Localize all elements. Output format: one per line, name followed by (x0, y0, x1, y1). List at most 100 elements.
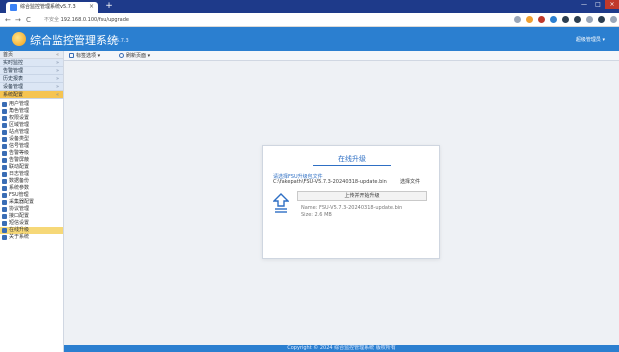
extension-icon[interactable] (526, 16, 533, 23)
sidebar-item[interactable]: 设备类型 (0, 136, 63, 143)
sidebar-item[interactable]: 关于系统 (0, 234, 63, 241)
back-button[interactable]: ← (5, 16, 11, 24)
sidebar-item[interactable]: 信号管理 (0, 143, 63, 150)
sidebar-item[interactable]: 权限设置 (0, 115, 63, 122)
sidebar-group[interactable]: 告警管理 » (0, 67, 63, 75)
sidebar-item[interactable]: 采集器配置 (0, 199, 63, 206)
sidebar-group[interactable]: 设备管理 » (0, 83, 63, 91)
sidebar-group[interactable]: 历史报表 » (0, 75, 63, 83)
refresh-button[interactable]: 刷新页面 ▾ (118, 52, 150, 60)
expand-icon: » (55, 84, 59, 90)
menu-item-icon (2, 165, 7, 170)
menu-item-icon (2, 186, 7, 191)
title-divider (313, 165, 391, 166)
sidebar-item[interactable]: 系统参数 (0, 185, 63, 192)
browser-tab[interactable]: 综合监控管理系统v5.7.3 × (6, 2, 98, 13)
sidebar-item[interactable]: 短信设置 (0, 220, 63, 227)
sidebar-home[interactable]: 首页 « (0, 51, 63, 59)
footer: Copyright © 2024 综合监控管理系统 版权所有 (64, 345, 619, 352)
reload-button[interactable]: C (26, 16, 31, 24)
sidebar-item[interactable]: 在线升级 (0, 227, 63, 234)
sidebar-group[interactable]: 系统配置 « (0, 91, 63, 99)
menu-item-icon (2, 200, 7, 205)
extension-icon[interactable] (538, 16, 545, 23)
window-maximize-button[interactable]: □ (591, 0, 605, 9)
sidebar-item[interactable]: 数据备份 (0, 178, 63, 185)
bookmark-icon[interactable] (586, 16, 593, 23)
sidebar-item-label: FSU管理 (9, 192, 29, 198)
sidebar-item[interactable]: FSU管理 (0, 192, 63, 199)
tabs-options-button[interactable]: 标签选项 ▾ (68, 52, 100, 60)
expand-icon: « (55, 92, 59, 98)
sidebar-item[interactable]: 协议管理 (0, 206, 63, 213)
new-tab-button[interactable]: + (104, 2, 114, 11)
sidebar-item[interactable]: 日志管理 (0, 171, 63, 178)
forward-button[interactable]: → (15, 16, 21, 24)
sidebar-item-label: 告警等级 (9, 150, 30, 156)
menu-item-icon (2, 123, 7, 128)
collapse-icon[interactable]: « (56, 51, 59, 59)
sidebar-item-label: 短信设置 (9, 220, 30, 226)
tab-close-icon[interactable]: × (89, 3, 94, 10)
sidebar-item-label: 协议管理 (9, 206, 30, 212)
profile-icon[interactable] (598, 16, 605, 23)
sidebar-item-label: 告警屏蔽 (9, 157, 30, 163)
refresh-icon (119, 53, 124, 58)
menu-item-icon (2, 151, 7, 156)
sidebar-item-label: 设备类型 (9, 136, 30, 142)
upload-icon (273, 193, 289, 213)
url-field[interactable]: 不安全 192.168.0.100/fsu/upgrade (44, 15, 474, 25)
expand-icon: » (55, 60, 59, 66)
sidebar-item[interactable]: 接口配置 (0, 213, 63, 220)
menu-item-icon (2, 179, 7, 184)
menu-item-icon (2, 137, 7, 142)
address-bar-row: ← → C 不安全 192.168.0.100/fsu/upgrade (0, 13, 619, 27)
menu-item-icon (2, 214, 7, 219)
upgrade-dialog: 在线升级 请选择FSU升级包文件 C:\fakepath\FSU-V5.7.3-… (262, 145, 440, 259)
menu-icon[interactable] (610, 16, 617, 23)
sidebar-item[interactable]: 联动配置 (0, 164, 63, 171)
extension-icon[interactable] (574, 16, 581, 23)
sidebar-item-label: 站点管理 (9, 129, 30, 135)
extension-icon[interactable] (550, 16, 557, 23)
sidebar-item[interactable]: 区域管理 (0, 122, 63, 129)
menu-item-icon (2, 109, 7, 114)
sidebar-item[interactable]: 角色管理 (0, 108, 63, 115)
sidebar-item-label: 采集器配置 (9, 199, 35, 205)
file-size-text: Size: 2.6 MB (301, 212, 332, 218)
tab-favicon-icon (10, 4, 17, 11)
app-version: v5.7.3 (113, 38, 129, 44)
sidebar-item-label: 数据备份 (9, 178, 30, 184)
star-icon[interactable] (514, 16, 521, 23)
menu-item-icon (2, 172, 7, 177)
app-logo-icon (12, 32, 26, 46)
extension-icon[interactable] (562, 16, 569, 23)
sidebar-group-label: 系统配置 (3, 92, 24, 98)
menu-item-icon (2, 228, 7, 233)
window-controls: — □ × (577, 0, 619, 9)
window-close-button[interactable]: × (605, 0, 619, 9)
sidebar: 首页 « 实时监控 » 告警管理 » 历史报表 » 设备管理 » 系统配置 « 用户管理 角色管理权… (0, 51, 64, 352)
tabs-options-label: 标签选项 ▾ (76, 53, 101, 59)
upload-start-button[interactable]: 上传并开始升级 (297, 191, 427, 201)
sidebar-item[interactable]: 告警等级 (0, 150, 63, 157)
sidebar-item-label: 关于系统 (9, 234, 30, 240)
security-warning-label[interactable]: 不安全 (44, 17, 59, 23)
sidebar-group[interactable]: 实时监控 » (0, 59, 63, 67)
sidebar-item[interactable]: 站点管理 (0, 129, 63, 136)
menu-item-icon (2, 207, 7, 212)
file-path-field[interactable]: C:\fakepath\FSU-V5.7.3-20240318-update.b… (273, 179, 391, 186)
window-minimize-button[interactable]: — (577, 0, 591, 9)
browse-button[interactable]: 选择文件 (400, 179, 420, 186)
expand-icon: » (55, 76, 59, 82)
menu-item-icon (2, 116, 7, 121)
sidebar-item[interactable]: 用户管理 (0, 101, 63, 108)
sidebar-item-label: 在线升级 (9, 227, 30, 233)
sidebar-item-label: 权限设置 (9, 115, 30, 121)
menu-item-icon (2, 221, 7, 226)
user-menu[interactable]: 超级管理员 ▾ (576, 36, 605, 43)
sidebar-item[interactable]: 告警屏蔽 (0, 157, 63, 164)
sidebar-item-label: 角色管理 (9, 108, 30, 114)
menu-item-icon (2, 130, 7, 135)
sidebar-item-label: 信号管理 (9, 143, 30, 149)
